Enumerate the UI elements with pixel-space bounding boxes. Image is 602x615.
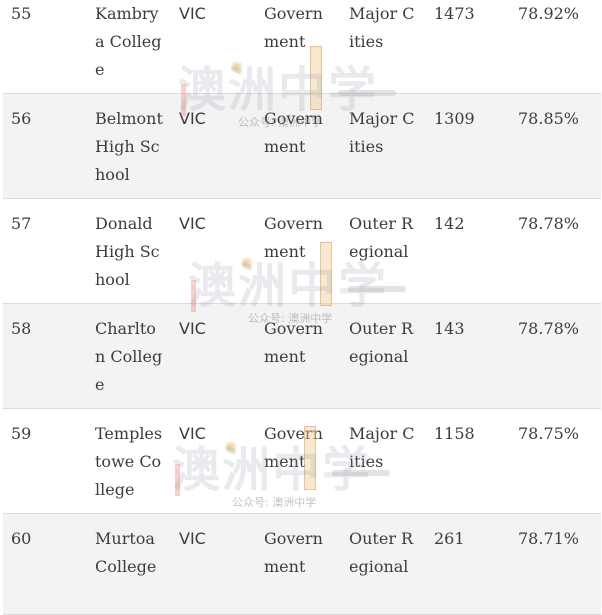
school-name-cell: Murtoa College <box>87 513 171 615</box>
region-cell: Outer Regional <box>341 198 426 304</box>
state-cell: VIC <box>171 0 256 94</box>
enrolment-cell: 1309 <box>426 93 512 199</box>
school-name-cell: Donald High School <box>87 198 171 304</box>
percent-cell: 78.78% <box>512 198 601 304</box>
percent-cell: 78.92% <box>512 0 601 94</box>
sector-cell: Government <box>256 198 341 304</box>
school-name-cell: Belmont High School <box>87 93 171 199</box>
table-row: 58 Charlton College VIC Government Outer… <box>3 303 601 409</box>
table-row: 60 Murtoa College VIC Government Outer R… <box>3 513 601 615</box>
rank-cell: 56 <box>3 93 87 199</box>
state-cell: VIC <box>171 303 256 409</box>
percent-cell: 78.78% <box>512 303 601 409</box>
rank-cell: 57 <box>3 198 87 304</box>
rank-cell: 59 <box>3 408 87 514</box>
school-name-cell: Templestowe College <box>87 408 171 514</box>
sector-cell: Government <box>256 408 341 514</box>
table-row: 55 Kambrya College VIC Government Major … <box>3 0 601 94</box>
enrolment-cell: 1158 <box>426 408 512 514</box>
enrolment-cell: 261 <box>426 513 512 615</box>
table-row: 56 Belmont High School VIC Government Ma… <box>3 93 601 199</box>
percent-cell: 78.75% <box>512 408 601 514</box>
school-name-cell: Kambrya College <box>87 0 171 94</box>
school-ranking-table: 55 Kambrya College VIC Government Major … <box>3 0 601 615</box>
sector-cell: Government <box>256 513 341 615</box>
table-row: 59 Templestowe College VIC Government Ma… <box>3 408 601 514</box>
percent-cell: 78.85% <box>512 93 601 199</box>
region-cell: Outer Regional <box>341 303 426 409</box>
enrolment-cell: 1473 <box>426 0 512 94</box>
school-name-cell: Charlton College <box>87 303 171 409</box>
rank-cell: 60 <box>3 513 87 615</box>
state-cell: VIC <box>171 198 256 304</box>
region-cell: Major Cities <box>341 93 426 199</box>
percent-cell: 78.71% <box>512 513 601 615</box>
rank-cell: 58 <box>3 303 87 409</box>
region-cell: Outer Regional <box>341 513 426 615</box>
rank-cell: 55 <box>3 0 87 94</box>
sector-cell: Government <box>256 0 341 94</box>
state-cell: VIC <box>171 513 256 615</box>
enrolment-cell: 143 <box>426 303 512 409</box>
table-row: 57 Donald High School VIC Government Out… <box>3 198 601 304</box>
state-cell: VIC <box>171 93 256 199</box>
enrolment-cell: 142 <box>426 198 512 304</box>
sector-cell: Government <box>256 93 341 199</box>
region-cell: Major Cities <box>341 408 426 514</box>
state-cell: VIC <box>171 408 256 514</box>
region-cell: Major Cities <box>341 0 426 94</box>
sector-cell: Government <box>256 303 341 409</box>
